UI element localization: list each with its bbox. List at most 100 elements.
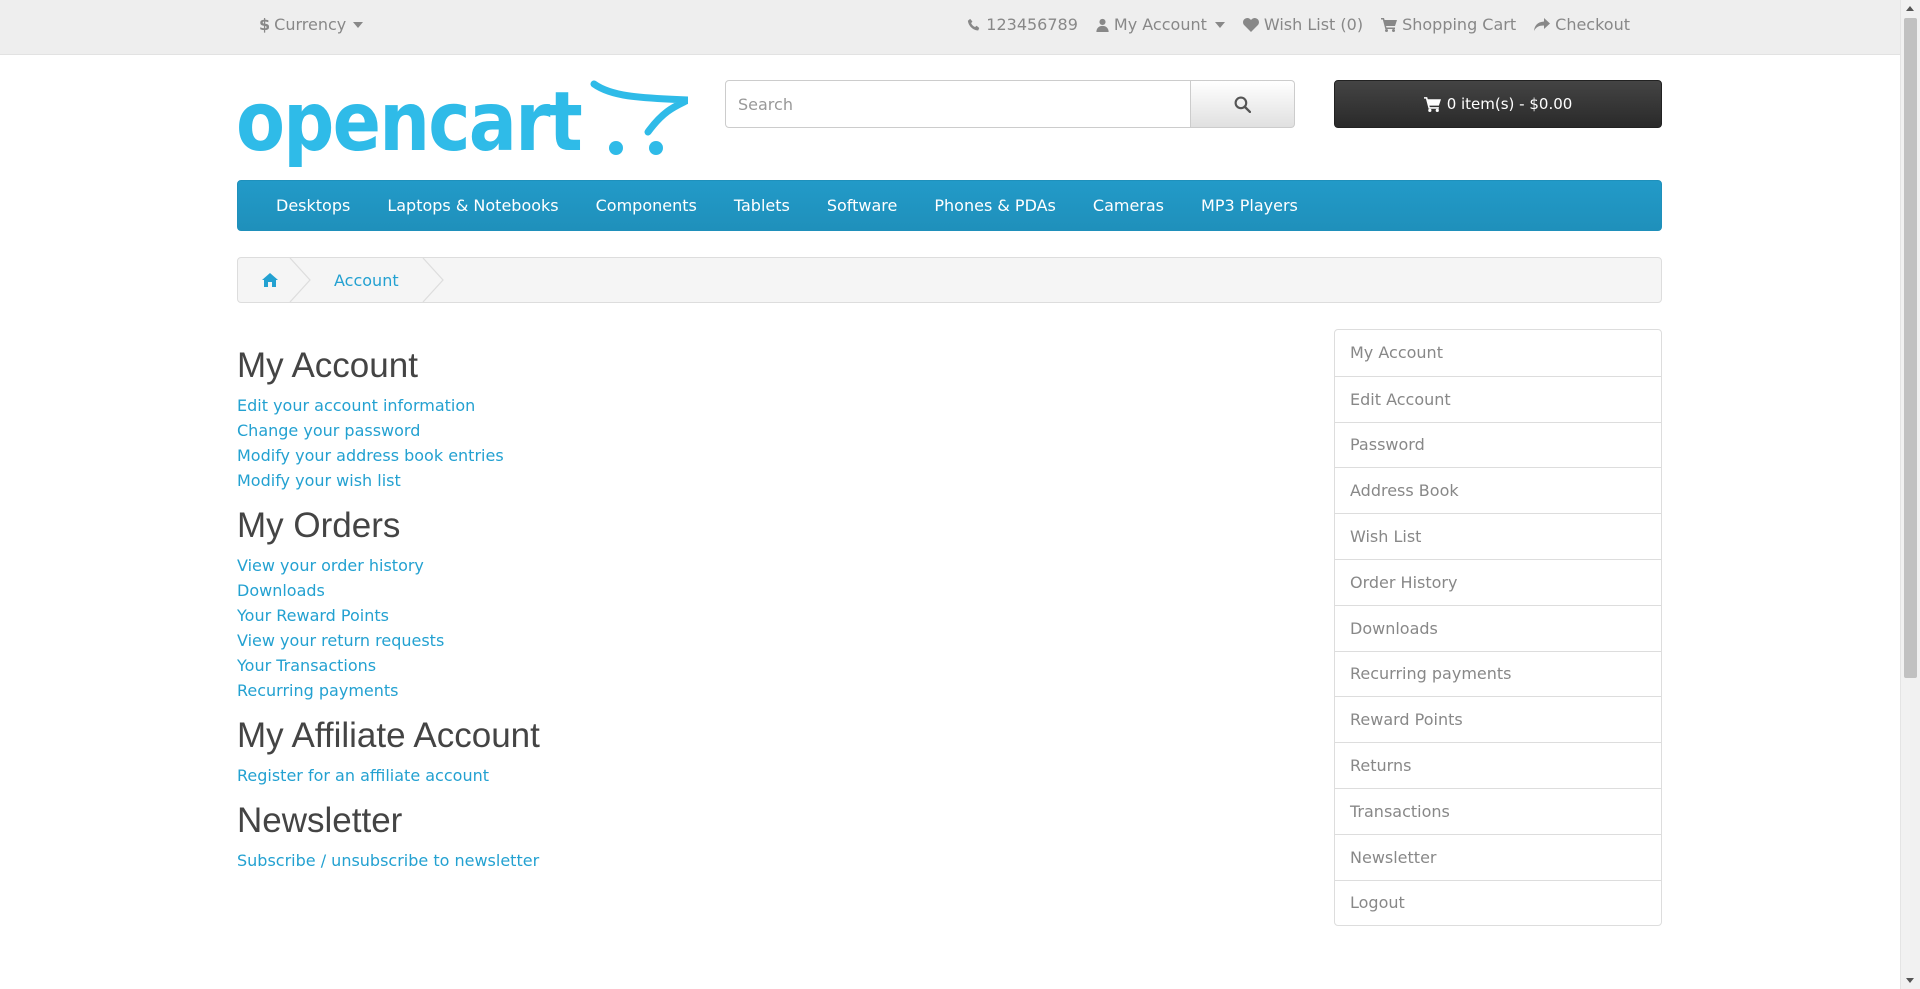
- menu-item-desktops[interactable]: Desktops: [276, 196, 350, 215]
- list-item: Recurring payments: [237, 678, 1287, 703]
- return-requests-link[interactable]: View your return requests: [237, 631, 444, 650]
- scroll-up-arrow-icon[interactable]: [1906, 6, 1914, 11]
- my-account-dropdown[interactable]: My Account: [1096, 15, 1225, 34]
- page-scrollbar[interactable]: [1900, 0, 1920, 989]
- share-icon: [1534, 17, 1551, 31]
- checkout-link[interactable]: Checkout: [1534, 15, 1630, 34]
- sidebar-item-transactions[interactable]: Transactions: [1335, 787, 1661, 834]
- top-bar: $ Currency 123456789 My Account Wish Lis…: [0, 0, 1900, 55]
- cart-icon: [1381, 17, 1398, 32]
- wish-list-link[interactable]: Wish List (0): [1242, 15, 1364, 34]
- list-item: Edit your account information: [237, 393, 1287, 418]
- menu-item-software[interactable]: Software: [827, 196, 898, 215]
- reward-points-link[interactable]: Your Reward Points: [237, 606, 389, 625]
- search-button[interactable]: [1191, 80, 1295, 128]
- top-links: 123456789 My Account Wish List (0) Shopp…: [967, 15, 1630, 34]
- opencart-logo[interactable]: opencart: [236, 75, 690, 172]
- heart-icon: [1242, 17, 1259, 32]
- search-icon: [1234, 96, 1251, 113]
- link-list-newsletter: Subscribe / unsubscribe to newsletter: [237, 848, 1287, 873]
- shopping-cart-label: Shopping Cart: [1402, 15, 1517, 34]
- recurring-payments-link[interactable]: Recurring payments: [237, 681, 399, 700]
- list-item: Register for an affiliate account: [237, 763, 1287, 788]
- change-password-link[interactable]: Change your password: [237, 421, 420, 440]
- menu-item-mp3-players[interactable]: MP3 Players: [1201, 196, 1298, 215]
- breadcrumb: Account: [237, 257, 1662, 303]
- cart-icon: [1423, 96, 1441, 112]
- link-list-affiliate: Register for an affiliate account: [237, 763, 1287, 788]
- sidebar-item-newsletter[interactable]: Newsletter: [1335, 833, 1661, 880]
- list-item: Subscribe / unsubscribe to newsletter: [237, 848, 1287, 873]
- list-item: Downloads: [237, 578, 1287, 603]
- affiliate-register-link[interactable]: Register for an affiliate account: [237, 766, 489, 785]
- caret-down-icon: [1214, 21, 1225, 28]
- currency-label: Currency: [274, 15, 347, 34]
- menu-item-components[interactable]: Components: [596, 196, 697, 215]
- caret-down-icon: [353, 21, 364, 28]
- sidebar-item-password[interactable]: Password: [1335, 421, 1661, 468]
- order-history-link[interactable]: View your order history: [237, 556, 424, 575]
- logo-cart-handle: [590, 80, 690, 136]
- cart-button[interactable]: 0 item(s) - $0.00: [1334, 80, 1662, 128]
- list-item: Change your password: [237, 418, 1287, 443]
- menu-item-cameras[interactable]: Cameras: [1093, 196, 1164, 215]
- edit-account-link[interactable]: Edit your account information: [237, 396, 475, 415]
- list-item: Modify your address book entries: [237, 443, 1287, 468]
- wish-list-link[interactable]: Modify your wish list: [237, 471, 401, 490]
- list-item: Your Reward Points: [237, 603, 1287, 628]
- search-input[interactable]: Search: [725, 80, 1191, 128]
- list-item: Modify your wish list: [237, 468, 1287, 493]
- scroll-down-arrow-icon[interactable]: [1906, 978, 1914, 983]
- list-item: View your order history: [237, 553, 1287, 578]
- link-list-my-orders: View your order history Downloads Your R…: [237, 553, 1287, 703]
- currency-dropdown[interactable]: $ Currency: [259, 15, 364, 34]
- sidebar-item-my-account[interactable]: My Account: [1335, 330, 1661, 376]
- menu-item-phones[interactable]: Phones & PDAs: [934, 196, 1056, 215]
- sidebar-item-address-book[interactable]: Address Book: [1335, 467, 1661, 513]
- my-account-label: My Account: [1113, 15, 1207, 34]
- logo-text: opencart: [236, 78, 582, 168]
- section-heading-my-account: My Account: [237, 346, 418, 385]
- breadcrumb-account-link[interactable]: Account: [334, 271, 399, 290]
- downloads-link[interactable]: Downloads: [237, 581, 325, 600]
- section-heading-my-orders: My Orders: [237, 506, 401, 545]
- sidebar-item-downloads[interactable]: Downloads: [1335, 604, 1661, 651]
- search-placeholder: Search: [738, 94, 793, 114]
- shopping-cart-link[interactable]: Shopping Cart: [1381, 15, 1516, 34]
- list-item: View your return requests: [237, 628, 1287, 653]
- menu-item-laptops[interactable]: Laptops & Notebooks: [387, 196, 558, 215]
- wish-list-label: Wish List (0): [1263, 15, 1364, 34]
- sidebar-item-reward-points[interactable]: Reward Points: [1335, 696, 1661, 742]
- account-content: My Account Edit your account information…: [237, 345, 1287, 885]
- newsletter-link[interactable]: Subscribe / unsubscribe to newsletter: [237, 851, 539, 870]
- checkout-label: Checkout: [1555, 15, 1630, 34]
- main-menu: Desktops Laptops & Notebooks Components …: [237, 180, 1662, 231]
- sidebar-item-recurring-payments[interactable]: Recurring payments: [1335, 650, 1661, 697]
- section-heading-newsletter: Newsletter: [237, 801, 403, 840]
- search-bar: Search: [725, 80, 1295, 128]
- currency-symbol: $: [259, 15, 271, 34]
- sidebar-item-order-history[interactable]: Order History: [1335, 558, 1661, 605]
- home-icon: [262, 273, 278, 287]
- breadcrumb-home[interactable]: [238, 258, 311, 302]
- sidebar-item-edit-account[interactable]: Edit Account: [1335, 375, 1661, 422]
- address-book-link[interactable]: Modify your address book entries: [237, 446, 504, 465]
- sidebar-item-returns[interactable]: Returns: [1335, 742, 1661, 788]
- account-sidebar: My Account Edit Account Password Address…: [1334, 329, 1662, 927]
- logo-wheel: [649, 141, 663, 155]
- cart-total: 0 item(s) - $0.00: [1446, 95, 1573, 113]
- sidebar-item-logout[interactable]: Logout: [1335, 879, 1661, 926]
- scrollbar-thumb[interactable]: [1904, 18, 1917, 678]
- phone-link[interactable]: 123456789: [967, 15, 1078, 34]
- menu-item-tablets[interactable]: Tablets: [734, 196, 790, 215]
- link-list-my-account: Edit your account information Change you…: [237, 393, 1287, 493]
- section-heading-affiliate: My Affiliate Account: [237, 716, 540, 755]
- breadcrumb-separator: [422, 258, 444, 302]
- list-item: Your Transactions: [237, 653, 1287, 678]
- breadcrumb-account[interactable]: Account: [302, 258, 444, 302]
- sidebar-item-wish-list[interactable]: Wish List: [1335, 513, 1661, 559]
- transactions-link[interactable]: Your Transactions: [237, 656, 376, 675]
- phone-icon: [968, 18, 980, 31]
- user-icon: [1096, 18, 1109, 32]
- phone-number: 123456789: [986, 15, 1078, 34]
